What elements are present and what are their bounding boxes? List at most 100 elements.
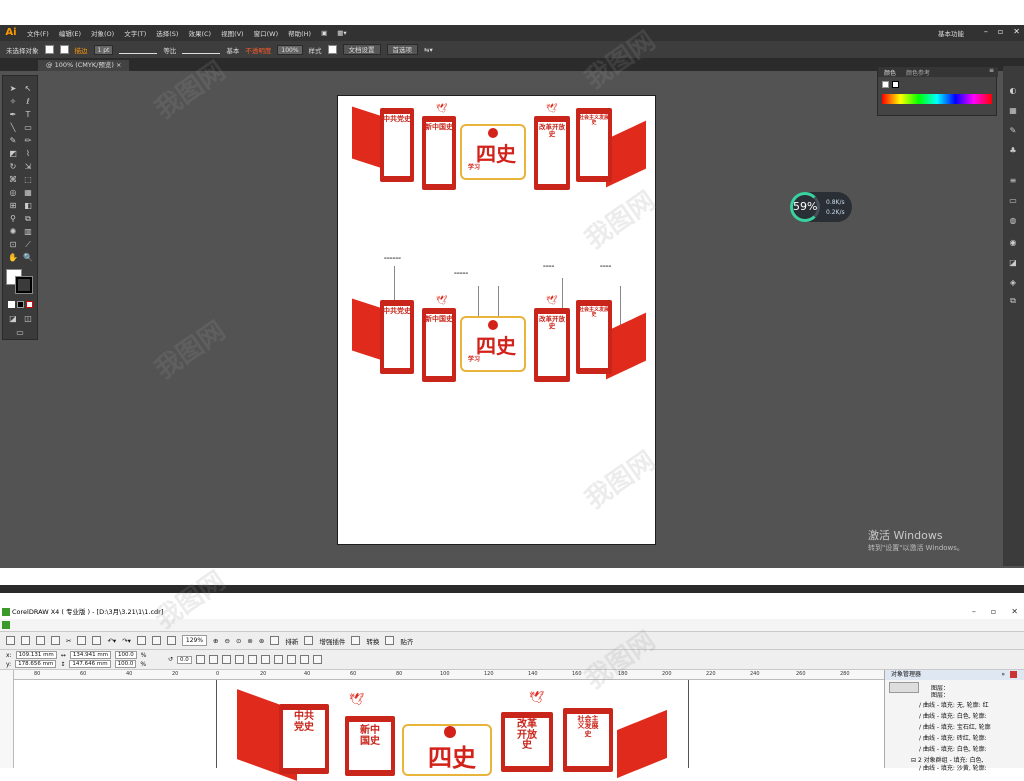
app-launcher-icon[interactable] bbox=[166, 636, 176, 645]
zoom-in-icon[interactable]: ⊕ bbox=[213, 637, 218, 645]
toolbar-label-convert[interactable]: 转换 bbox=[366, 636, 379, 646]
color-tab[interactable]: 颜色 bbox=[884, 68, 896, 77]
y-field[interactable]: 178.656 mm bbox=[15, 660, 57, 668]
workspace-switcher[interactable]: 基本功能 bbox=[938, 28, 964, 38]
opacity-label[interactable]: 不透明度 bbox=[245, 45, 271, 55]
panel-new-china-history[interactable]: 新中国史 bbox=[422, 308, 456, 382]
menu-window[interactable]: 窗口(W) bbox=[249, 28, 284, 38]
panel-new-china-history[interactable]: 新中国史 bbox=[422, 116, 456, 190]
pencil-icon[interactable]: ✏ bbox=[23, 136, 33, 146]
menu-type[interactable]: 文字(T) bbox=[119, 28, 151, 38]
symbols-icon[interactable]: ♣ bbox=[1008, 146, 1018, 156]
panel-party-history[interactable]: 中共党史 bbox=[279, 704, 329, 774]
close-tab-icon[interactable]: × bbox=[116, 61, 121, 69]
intersect-icon[interactable] bbox=[299, 655, 309, 664]
panel-party-history[interactable]: 中共党史 bbox=[380, 300, 414, 374]
network-speed-widget[interactable]: 59% 0.8K/s 0.2K/s bbox=[790, 192, 852, 222]
arrange-icon[interactable]: ⇆▾ bbox=[424, 46, 433, 54]
menu-effect[interactable]: 效果(C) bbox=[183, 28, 216, 38]
perspective-grid-icon[interactable]: ▦ bbox=[23, 188, 33, 198]
fill-swatch[interactable] bbox=[44, 45, 54, 54]
color-panel-icon[interactable]: ◐ bbox=[1008, 86, 1018, 96]
snap-icon[interactable] bbox=[385, 636, 395, 645]
draw-normal-icon[interactable]: ◪ bbox=[8, 314, 18, 324]
export-icon[interactable] bbox=[151, 636, 161, 645]
artwork-board-bottom[interactable]: 中共党史 新中国史 四史 学习 改革开放史 社会主义发展史 🕊 🕊 bbox=[348, 296, 646, 388]
scale-tool-icon[interactable]: ⇲ bbox=[23, 162, 33, 172]
simplify-icon[interactable] bbox=[312, 655, 322, 664]
rectangle-tool-icon[interactable]: ▭ bbox=[23, 123, 33, 133]
direct-selection-tool-icon[interactable]: ↖ bbox=[23, 84, 33, 94]
none-mode-icon[interactable] bbox=[26, 301, 33, 308]
arrange-docs-icon[interactable]: ▦▾ bbox=[332, 29, 351, 37]
menu-object[interactable]: 对象(O) bbox=[86, 28, 119, 38]
panel-reform-history[interactable]: 改革开放史 bbox=[534, 116, 570, 190]
type-tool-icon[interactable]: T bbox=[23, 110, 33, 120]
blob-brush-icon[interactable]: ⌇ bbox=[23, 149, 33, 159]
draw-behind-icon[interactable]: ◫ bbox=[23, 314, 33, 324]
gradient-mode-icon[interactable] bbox=[17, 301, 24, 308]
eyedropper-icon[interactable]: ⚲ bbox=[8, 214, 18, 224]
artboards-icon[interactable]: ⧉ bbox=[1008, 296, 1018, 306]
document-setup-button[interactable]: 文档设置 bbox=[342, 44, 381, 55]
scale-x-field[interactable]: 100.0 bbox=[115, 651, 137, 659]
appearance-icon[interactable]: ◉ bbox=[1008, 238, 1018, 248]
toolbar-label-snap[interactable]: 贴齐 bbox=[400, 636, 413, 646]
profile-label[interactable]: 等比 bbox=[163, 45, 176, 55]
artboard[interactable]: 中共党史 新中国史 四史 学习 改革开放史 社会主义发展史 🕊 🕊 ▬▬▬▬▬▬… bbox=[338, 96, 655, 544]
panel-arrow-icon[interactable]: » bbox=[1001, 670, 1005, 680]
lasso-icon[interactable]: ℓ bbox=[23, 97, 33, 107]
expand-icon[interactable]: ⊟ bbox=[911, 757, 918, 764]
center-four-history[interactable]: 四史 学习 bbox=[460, 124, 526, 180]
opacity-field[interactable]: 100% bbox=[277, 44, 303, 55]
color-guide-tab[interactable]: 颜色参考 bbox=[906, 68, 930, 77]
print-icon[interactable] bbox=[51, 636, 60, 645]
paintbrush-icon[interactable]: ✎ bbox=[8, 136, 18, 146]
menu-edit[interactable]: 编辑(E) bbox=[54, 28, 86, 38]
layer-view-buttons[interactable] bbox=[889, 682, 919, 693]
mesh-tool-icon[interactable]: ⊞ bbox=[8, 201, 18, 211]
color-spectrum[interactable] bbox=[882, 94, 992, 104]
mirror-h-icon[interactable] bbox=[195, 655, 205, 664]
object-row[interactable]: ∕ 曲线 - 填充: 白色, 轮廓: bbox=[919, 744, 987, 753]
toolbar-label-plugins[interactable]: 增强插件 bbox=[319, 636, 345, 646]
warp-tool-icon[interactable]: ⌘ bbox=[8, 175, 18, 185]
transparency-icon[interactable]: ◍ bbox=[1008, 216, 1018, 226]
cd-page[interactable]: 中共党史 新中国史 四史 改革开放史 社会主义发展史 🕊 🕊 bbox=[216, 680, 689, 781]
layers-icon[interactable]: ◈ bbox=[1008, 278, 1018, 288]
artwork-board-top[interactable]: 中共党史 新中国史 四史 学习 改革开放史 社会主义发展史 🕊 🕊 bbox=[348, 104, 646, 196]
panel-menu-icon[interactable]: ≡ bbox=[989, 67, 994, 74]
ungroup-icon[interactable] bbox=[247, 655, 257, 664]
panel-socialism-history[interactable]: 社会主义发展史 bbox=[576, 108, 612, 182]
gradient-panel-icon[interactable]: ▭ bbox=[1008, 196, 1018, 206]
selection-tool-icon[interactable]: ➤ bbox=[8, 84, 18, 94]
shape-builder-icon[interactable]: ◎ bbox=[8, 188, 18, 198]
center-four-history[interactable]: 四史 bbox=[402, 724, 492, 776]
undo-icon[interactable]: ↶▾ bbox=[107, 637, 116, 645]
panel-reform-history[interactable]: 改革开放史 bbox=[501, 712, 553, 772]
weld-icon[interactable] bbox=[273, 655, 283, 664]
brushes-icon[interactable]: ✎ bbox=[1008, 126, 1018, 136]
toolbar-label-arrange[interactable]: 排新 bbox=[285, 636, 298, 646]
doc-icon[interactable] bbox=[2, 621, 10, 629]
group-icon[interactable] bbox=[234, 655, 244, 664]
menu-help[interactable]: 帮助(H) bbox=[283, 28, 316, 38]
trim-icon[interactable] bbox=[286, 655, 296, 664]
object-row[interactable]: ∕ 曲线 - 填充: 无, 轮廓: 红 bbox=[919, 700, 989, 709]
maximize-button[interactable]: ▫ bbox=[991, 605, 996, 619]
stroke-color-box[interactable] bbox=[15, 276, 33, 294]
stroke-swatch[interactable] bbox=[59, 45, 69, 54]
close-button[interactable]: ✕ bbox=[1013, 27, 1020, 36]
rotation-field[interactable]: 0.0 bbox=[177, 655, 192, 664]
blend-tool-icon[interactable]: ⧉ bbox=[23, 214, 33, 224]
fill-swatch[interactable] bbox=[882, 81, 889, 88]
maximize-button[interactable]: ▫ bbox=[998, 27, 1003, 36]
save-icon[interactable] bbox=[36, 636, 45, 645]
minimize-button[interactable]: – bbox=[984, 27, 988, 36]
eraser-icon[interactable]: ◩ bbox=[8, 149, 18, 159]
mirror-v-icon[interactable] bbox=[208, 655, 218, 664]
x-field[interactable]: 109.131 mm bbox=[15, 651, 57, 659]
object-row[interactable]: ∕ 曲线 - 填充: 砖红, 轮廓: bbox=[919, 733, 987, 742]
redo-icon[interactable]: ↷▾ bbox=[122, 637, 131, 645]
close-button[interactable]: ✕ bbox=[1011, 605, 1018, 619]
